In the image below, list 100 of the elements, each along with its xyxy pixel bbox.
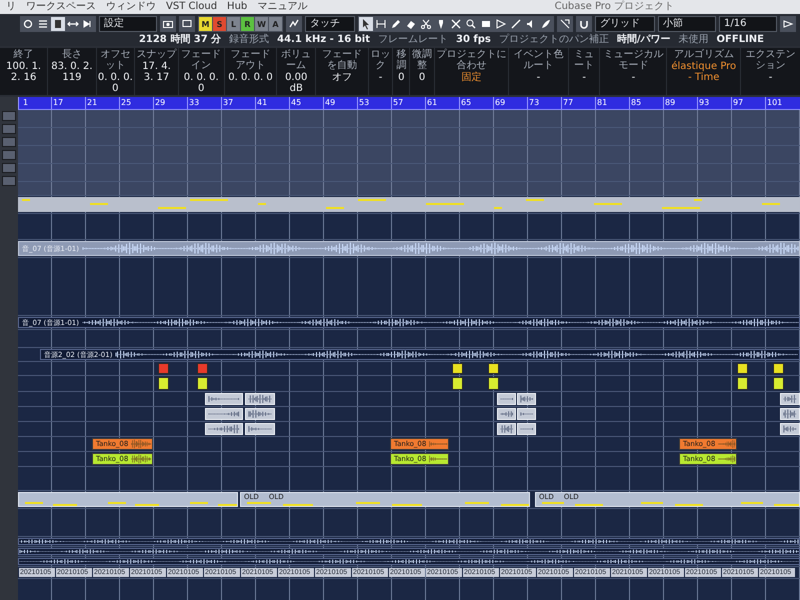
bar-number: 53 bbox=[357, 97, 391, 109]
loop-icon[interactable] bbox=[21, 17, 35, 31]
audio-clip[interactable] bbox=[197, 363, 208, 374]
info-field[interactable]: 移調 0 bbox=[393, 48, 410, 95]
range-icon[interactable] bbox=[374, 17, 388, 31]
scissors-icon[interactable] bbox=[419, 17, 433, 31]
camera-icon[interactable] bbox=[160, 16, 176, 32]
bar-number: 1 bbox=[18, 97, 51, 109]
audio-clip[interactable] bbox=[737, 363, 748, 374]
info-field[interactable]: ボリューム 0.00 dB bbox=[277, 48, 315, 95]
info-field[interactable]: オフセット 0. 0. 0. 0 bbox=[96, 48, 134, 95]
send-icon[interactable] bbox=[780, 16, 796, 32]
audio-clip[interactable] bbox=[488, 363, 499, 374]
info-field[interactable]: スナップ 17. 4. 3. 17 bbox=[135, 48, 178, 95]
waveform-drawing bbox=[248, 394, 272, 404]
audio-clip[interactable] bbox=[158, 377, 169, 390]
audio-clip[interactable] bbox=[773, 377, 784, 390]
line-icon[interactable] bbox=[509, 17, 523, 31]
waveform-drawing bbox=[208, 394, 240, 404]
magnifier-icon[interactable] bbox=[464, 17, 478, 31]
bar-number: 73 bbox=[527, 97, 561, 109]
snap-icon[interactable] bbox=[557, 16, 573, 32]
monitor-icon[interactable] bbox=[179, 16, 195, 32]
automation-button[interactable]: L bbox=[227, 17, 240, 31]
preset-dropdown[interactable]: 設定 bbox=[99, 16, 157, 32]
info-field[interactable]: フェードイン 0. 0. 0. 0 bbox=[178, 48, 224, 95]
mute-x-icon[interactable] bbox=[449, 17, 463, 31]
menu-item[interactable]: ウィンドウ bbox=[106, 1, 156, 13]
automation-button[interactable]: A bbox=[269, 17, 282, 31]
automation-button[interactable]: W bbox=[255, 17, 268, 31]
audio-clip[interactable] bbox=[488, 377, 499, 390]
info-field[interactable]: 終了 100. 1. 2. 16 bbox=[0, 48, 48, 95]
track-control-button[interactable] bbox=[2, 137, 16, 147]
info-field[interactable]: ロック - bbox=[368, 48, 392, 95]
audio-clip[interactable] bbox=[452, 363, 463, 374]
bar-number: 97 bbox=[731, 97, 765, 109]
grid-dropdown[interactable]: 小節 bbox=[658, 16, 716, 32]
track-control-button[interactable] bbox=[2, 150, 16, 160]
status-text: 44.1 kHz - 16 bit bbox=[277, 34, 370, 46]
magnet-icon[interactable] bbox=[576, 16, 592, 32]
window-title: Cubase Pro プロジェクト bbox=[554, 1, 674, 13]
status-text: 30 fps bbox=[456, 34, 491, 46]
pointer-icon[interactable] bbox=[359, 17, 373, 31]
waveform-drawing bbox=[429, 454, 448, 464]
track-control-button[interactable] bbox=[2, 111, 16, 121]
status-text: フレームレート bbox=[378, 34, 448, 46]
info-field[interactable]: ミュート - bbox=[568, 48, 600, 95]
waveform-drawing bbox=[783, 394, 797, 404]
bar-number: 93 bbox=[697, 97, 731, 109]
audio-clip[interactable] bbox=[452, 377, 463, 390]
audio-clip[interactable] bbox=[158, 363, 169, 374]
info-field[interactable]: エクステンション - bbox=[741, 48, 800, 95]
ruler[interactable]: 1 17 21 25 29 33 37 41 45 49 53 57 61 65 69 73 77 81 85 89 93 97 101 bbox=[18, 97, 800, 110]
info-field[interactable]: 長さ 83. 0. 2. 119 bbox=[48, 48, 96, 95]
quantize-dropdown[interactable]: 1/16 bbox=[719, 16, 777, 32]
waveform-drawing bbox=[208, 409, 240, 419]
audio-clip[interactable] bbox=[737, 377, 748, 390]
waveform-drawing bbox=[429, 439, 448, 449]
menu-item[interactable]: ワークスペース bbox=[26, 1, 96, 13]
snap-type-dropdown[interactable]: グリッド bbox=[595, 16, 655, 32]
waveform-drawing bbox=[500, 409, 513, 419]
waveform-drawing bbox=[131, 454, 152, 464]
info-field[interactable]: フェードを自動 オフ bbox=[316, 48, 368, 95]
info-field[interactable]: アルゴリズム élastique Pro - Time bbox=[667, 48, 740, 95]
bar-number: 77 bbox=[561, 97, 595, 109]
menu-item[interactable]: リ bbox=[6, 1, 16, 13]
track-control-button[interactable] bbox=[2, 176, 16, 186]
status-text: 録音形式 bbox=[229, 34, 270, 46]
automation-button[interactable]: M bbox=[199, 17, 212, 31]
status-text: 2128 時間 37 分 bbox=[138, 34, 222, 46]
menu-item[interactable]: マニュアル bbox=[257, 1, 308, 13]
pencil-icon[interactable] bbox=[389, 17, 403, 31]
info-field[interactable]: ミュージカルモード - bbox=[600, 48, 666, 95]
audio-clip[interactable] bbox=[197, 377, 208, 390]
automation-icon[interactable] bbox=[286, 16, 302, 32]
menu-item[interactable]: VST Cloud bbox=[166, 1, 218, 13]
waveform-drawing bbox=[718, 454, 736, 464]
audio-clip[interactable] bbox=[773, 363, 784, 374]
waveform-drawing bbox=[248, 424, 272, 434]
waveform-drawing bbox=[520, 394, 533, 404]
track-control-button[interactable] bbox=[2, 124, 16, 134]
track-control-button[interactable] bbox=[2, 163, 16, 173]
info-field[interactable]: プロジェクトに合わせ 固定 bbox=[434, 48, 508, 95]
waveform-drawing bbox=[131, 439, 152, 449]
bar-number: 65 bbox=[459, 97, 493, 109]
automation-mode-dropdown[interactable]: タッチ bbox=[305, 16, 355, 32]
info-field[interactable]: フェードアウト 0. 0. 0. 0 bbox=[224, 48, 276, 95]
info-field[interactable]: 微調整 0 bbox=[410, 48, 434, 95]
bar-number: 85 bbox=[629, 97, 663, 109]
waveform-drawing bbox=[208, 424, 240, 434]
bar-number: 21 bbox=[85, 97, 119, 109]
automation-button[interactable]: S bbox=[213, 17, 226, 31]
automation-button[interactable]: R bbox=[241, 17, 254, 31]
info-field[interactable]: イベント色ルート - bbox=[508, 48, 568, 95]
bar-number: 81 bbox=[595, 97, 629, 109]
bar-number: 41 bbox=[255, 97, 289, 109]
status-text: プロジェクトのパン補正 bbox=[498, 34, 609, 46]
waveform-drawing bbox=[500, 424, 513, 434]
status-text: OFFLINE bbox=[716, 34, 764, 46]
menu-item[interactable]: Hub bbox=[227, 1, 248, 13]
